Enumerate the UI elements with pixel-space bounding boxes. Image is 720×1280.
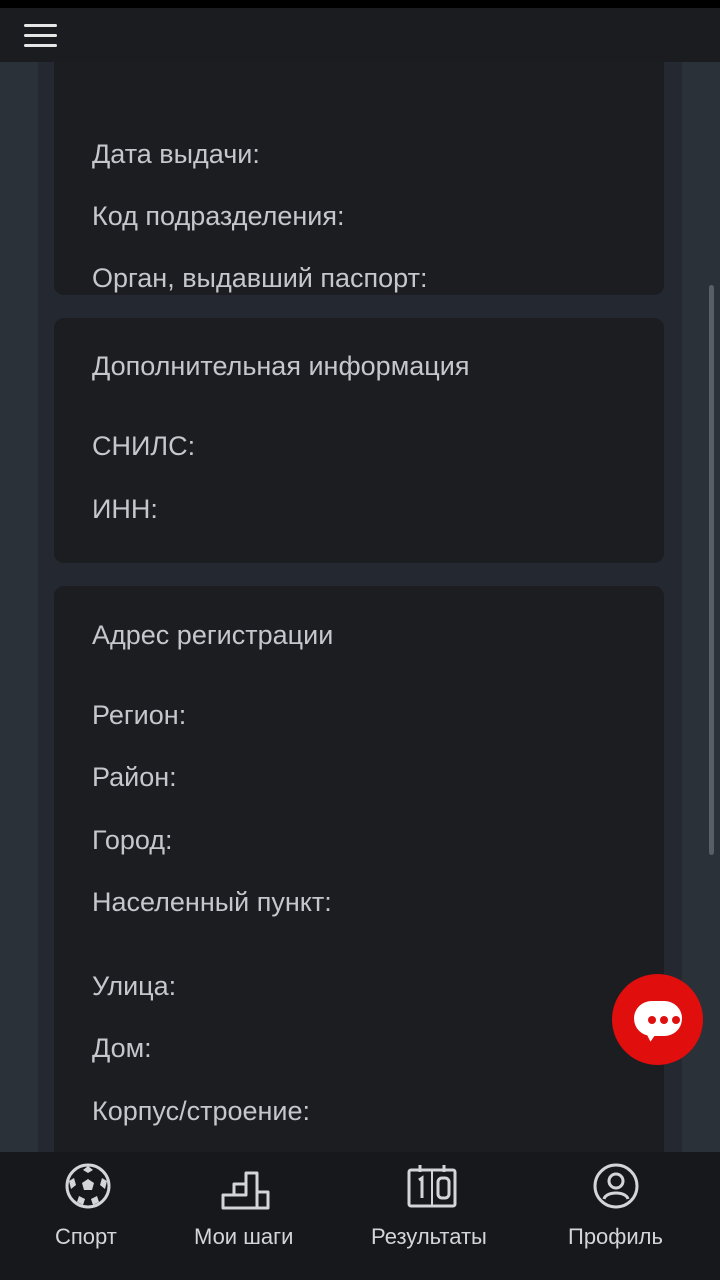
steps-icon <box>221 1171 270 1210</box>
district-label: Район: <box>92 762 177 792</box>
hamburger-menu-icon[interactable] <box>24 24 58 48</box>
issue-date-label: Дата выдачи: <box>92 139 260 169</box>
passport-card: Дата выдачи: Код подразделения: Орган, в… <box>54 62 664 295</box>
additional-info-card: Дополнительная информация СНИЛС: ИНН: <box>54 318 664 563</box>
street-label: Улица: <box>92 971 177 1001</box>
profile-icon <box>593 1163 639 1209</box>
settlement-label: Населенный пункт: <box>92 887 332 917</box>
chat-button[interactable] <box>612 974 703 1065</box>
division-code-label: Код подразделения: <box>92 201 345 231</box>
snils-label: СНИЛС: <box>92 431 196 461</box>
scrollbar[interactable] <box>709 285 714 855</box>
nav-label-results: Результаты <box>371 1224 487 1249</box>
status-bar <box>0 0 720 8</box>
nav-label-profile: Профиль <box>568 1224 663 1249</box>
left-gutter <box>0 62 38 1152</box>
registration-address-card: Адрес регистрации Регион: Район: Город: … <box>54 586 664 1152</box>
nav-item-profile[interactable]: Профиль <box>560 1152 675 1280</box>
additional-info-title: Дополнительная информация <box>92 351 470 381</box>
registration-address-title: Адрес регистрации <box>92 620 334 650</box>
scoreboard-icon <box>407 1165 457 1208</box>
city-label: Город: <box>92 825 173 855</box>
bottom-navigation: Спорт Мои шаги Результаты Профиль <box>0 1152 720 1280</box>
nav-item-results[interactable]: Результаты <box>365 1152 500 1280</box>
nav-item-sport[interactable]: Спорт <box>40 1152 140 1280</box>
nav-label-my-steps: Мои шаги <box>194 1224 294 1249</box>
building-label: Корпус/строение: <box>92 1096 311 1126</box>
nav-label-sport: Спорт <box>55 1224 117 1249</box>
issuing-authority-label: Орган, выдавший паспорт: <box>92 263 428 293</box>
top-app-bar <box>0 8 720 62</box>
inn-label: ИНН: <box>92 494 158 524</box>
soccer-ball-icon <box>65 1163 111 1209</box>
house-label: Дом: <box>92 1033 152 1063</box>
profile-content[interactable]: Дата выдачи: Код подразделения: Орган, в… <box>38 62 682 1152</box>
region-label: Регион: <box>92 700 187 730</box>
nav-item-my-steps[interactable]: Мои шаги <box>190 1152 310 1280</box>
